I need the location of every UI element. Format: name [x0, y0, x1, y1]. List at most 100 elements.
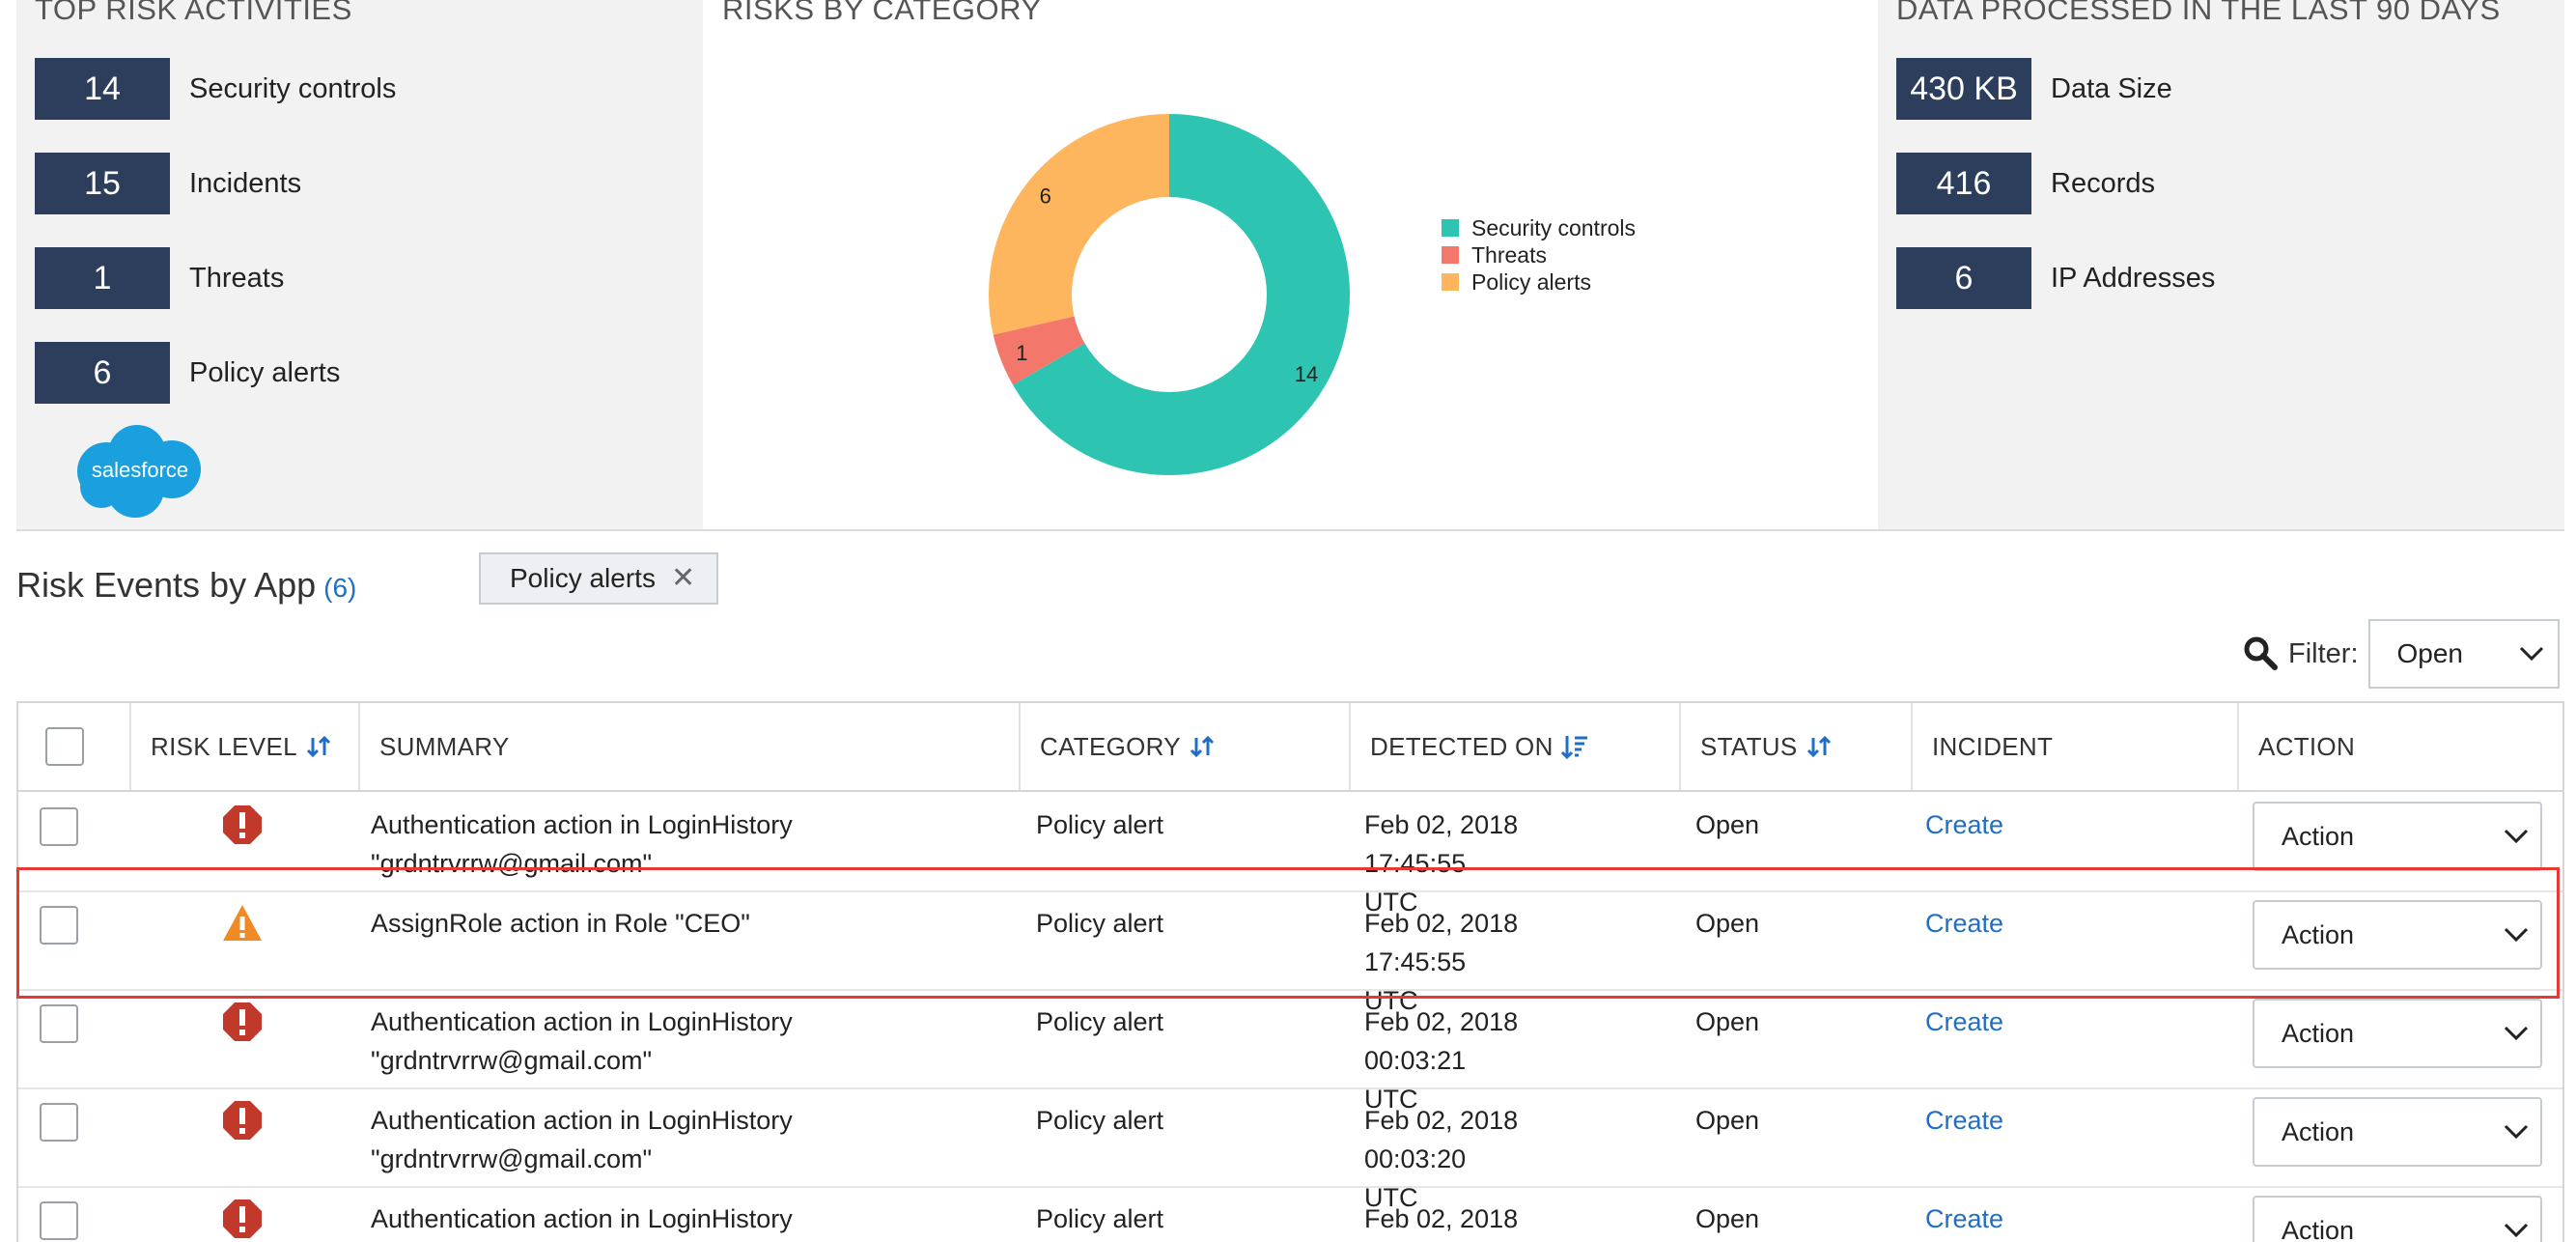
category-cell: Policy alert	[1036, 810, 1164, 839]
events-count: (6)	[323, 573, 357, 603]
filter-label: Filter:	[2288, 637, 2359, 669]
status-cell: Open	[1695, 1007, 1760, 1036]
stat-incidents[interactable]: 15 Incidents	[35, 153, 301, 214]
summary-cell: AssignRole action in Role "CEO"	[371, 904, 1008, 943]
events-title: Risk Events by App (6)	[16, 565, 356, 606]
column-status[interactable]: STATUS	[1679, 703, 1911, 790]
summary-line: Authentication action in LoginHistory	[371, 1204, 793, 1233]
section-divider	[16, 529, 2564, 531]
legend-label: Policy alerts	[1471, 268, 1591, 295]
row-checkbox[interactable]	[40, 807, 78, 846]
category-cell: Policy alert	[1036, 1204, 1164, 1233]
category-cell: Policy alert	[1036, 1007, 1164, 1036]
action-dropdown[interactable]: Action	[2253, 1196, 2542, 1242]
detected-on-cell: Feb 02, 2018 00:03:20	[1364, 1200, 1615, 1242]
column-risk-level[interactable]: RISK LEVEL	[129, 703, 358, 790]
chart-legend: Security controls Threats Policy alerts	[1442, 214, 1636, 296]
legend-label: Threats	[1471, 241, 1547, 268]
summary-cell: Authentication action in LoginHistory "gr…	[371, 1101, 1008, 1178]
summary-line: Authentication action in LoginHistory	[371, 1007, 793, 1036]
create-incident-link[interactable]: Create	[1925, 1002, 2003, 1041]
slice-value-label: 6	[1040, 184, 1051, 209]
column-detected-on[interactable]: DETECTED ON	[1349, 703, 1679, 790]
risks-by-category-panel: RISKS BY CATEGORY 14 1 6 Security controls…	[703, 0, 1878, 529]
risk-high-icon	[223, 1101, 262, 1140]
chevron-down-icon	[2504, 927, 2529, 943]
stat-ip-addresses: 6 IP Addresses	[1896, 247, 2215, 309]
create-incident-link[interactable]: Create	[1925, 805, 2003, 844]
action-label: Action	[2282, 1216, 2355, 1242]
action-dropdown[interactable]: Action	[2253, 900, 2542, 970]
legend-swatch	[1442, 219, 1459, 237]
risk-high-icon	[223, 1002, 262, 1041]
legend-item[interactable]: Policy alerts	[1442, 268, 1636, 296]
column-action: ACTION	[2237, 703, 2562, 790]
stat-value: 430 KB	[1896, 58, 2031, 120]
action-dropdown[interactable]: Action	[2253, 999, 2542, 1068]
summary-line: "grdntrvrrw@gmail.com"	[371, 1046, 653, 1075]
row-checkbox[interactable]	[40, 1103, 78, 1142]
row-checkbox-cell	[40, 807, 78, 846]
action-label: Action	[2282, 822, 2355, 851]
stat-security-controls[interactable]: 14 Security controls	[35, 58, 396, 120]
detected-line: Feb 02, 2018 00:03:20	[1364, 1106, 1519, 1173]
filter-chip-policy-alerts[interactable]: Policy alerts ✕	[479, 552, 718, 605]
chevron-down-icon	[2504, 1124, 2529, 1140]
stat-value: 6	[35, 342, 170, 404]
table-row[interactable]: Authentication action in LoginHistory Pol…	[18, 1186, 2562, 1242]
legend-item[interactable]: Security controls	[1442, 214, 1636, 241]
salesforce-logo: salesforce	[77, 425, 201, 518]
create-incident-link[interactable]: Create	[1925, 1200, 2003, 1238]
table-row[interactable]: Authentication action in LoginHistory "gr…	[18, 989, 2562, 1114]
legend-item[interactable]: Threats	[1442, 241, 1636, 268]
column-label: RISK LEVEL	[151, 731, 297, 761]
action-dropdown[interactable]: Action	[2253, 1097, 2542, 1167]
column-category[interactable]: CATEGORY	[1019, 703, 1349, 790]
filter-select[interactable]: Open	[2367, 619, 2560, 689]
stat-data-size: 430 KB Data Size	[1896, 58, 2172, 120]
summary-cell: Authentication action in LoginHistory "gr…	[371, 805, 1008, 883]
column-label: ACTION	[2258, 731, 2356, 761]
close-icon[interactable]: ✕	[671, 564, 695, 593]
create-incident-link[interactable]: Create	[1925, 904, 2003, 943]
row-checkbox-cell	[40, 906, 78, 945]
column-label: INCIDENT	[1932, 731, 2054, 761]
stat-policy-alerts[interactable]: 6 Policy alerts	[35, 342, 340, 404]
chevron-down-icon	[2504, 1223, 2529, 1238]
logo-text: salesforce	[92, 458, 188, 482]
row-checkbox[interactable]	[40, 1201, 78, 1240]
legend-swatch	[1442, 273, 1459, 291]
stat-threats[interactable]: 1 Threats	[35, 247, 284, 309]
status-filter: Filter: Open	[2242, 618, 2560, 690]
legend-swatch	[1442, 246, 1459, 264]
detected-line: Feb 02, 2018 00:03:21	[1364, 1007, 1519, 1075]
table-row[interactable]: Authentication action in LoginHistory "gr…	[18, 1087, 2562, 1212]
create-incident-link[interactable]: Create	[1925, 1101, 2003, 1140]
stat-value: 15	[35, 153, 170, 214]
summary-cell: Authentication action in LoginHistory "gr…	[371, 1002, 1008, 1080]
donut-slice-policy-alerts[interactable]	[989, 114, 1169, 335]
legend-label: Security controls	[1471, 214, 1637, 240]
stat-value: 1	[35, 247, 170, 309]
status-cell: Open	[1695, 1106, 1760, 1135]
detected-line: Feb 02, 2018 00:03:20	[1364, 1204, 1519, 1233]
stat-label: Records	[2051, 167, 2155, 199]
action-dropdown[interactable]: Action	[2253, 802, 2542, 871]
table-row[interactable]: AssignRole action in Role "CEO" Policy al…	[18, 890, 2562, 1015]
detected-line: Feb 02, 2018 17:45:55	[1364, 909, 1519, 976]
status-cell: Open	[1695, 1204, 1760, 1233]
select-all-checkbox[interactable]	[45, 727, 84, 766]
risk-high-icon	[223, 805, 262, 844]
column-label: DETECTED ON	[1370, 731, 1554, 761]
chevron-down-icon	[2519, 646, 2543, 662]
row-checkbox[interactable]	[40, 906, 78, 945]
table-row[interactable]: Authentication action in LoginHistory "gr…	[18, 792, 2562, 917]
top-risk-activities-panel: TOP RISK ACTIVITIES 14 Security controls…	[16, 0, 703, 529]
row-checkbox[interactable]	[40, 1004, 78, 1043]
table-header: RISK LEVEL SUMMARY CATEGORY DETECTED ON …	[18, 703, 2562, 792]
stat-records: 416 Records	[1896, 153, 2155, 214]
sort-descending-icon	[1560, 736, 1587, 759]
category-cell: Policy alert	[1036, 909, 1164, 938]
summary-line: Authentication action in LoginHistory	[371, 1106, 793, 1135]
summary-line: "grdntrvrrw@gmail.com"	[371, 1144, 653, 1173]
